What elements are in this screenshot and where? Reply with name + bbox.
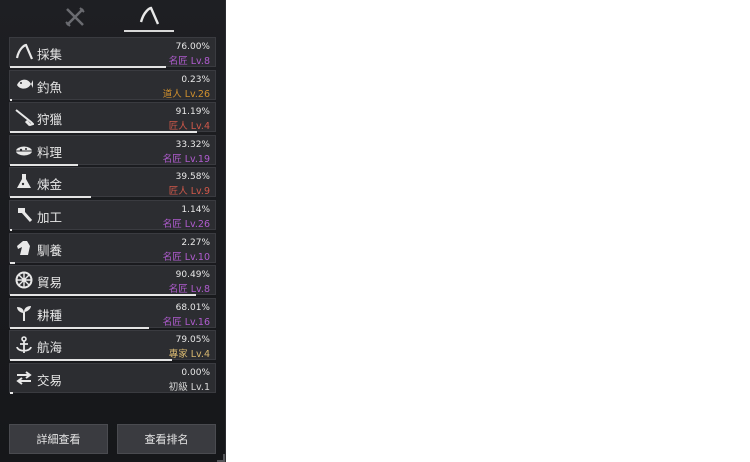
skill-level: 匠人 Lv.9 [168, 186, 210, 198]
skill-row[interactable]: 貿易 90.49% 名匠 Lv.8 [9, 265, 216, 297]
skill-level: 名匠 Lv.8 [168, 56, 210, 67]
skill-progress-bar [10, 294, 196, 297]
skill-percent: 2.27% [181, 237, 210, 248]
sickle-icon [14, 43, 34, 61]
skill-level: 初級 Lv.1 [168, 381, 210, 393]
skill-level: 名匠 Lv.26 [162, 218, 210, 230]
skill-row[interactable]: 航海 79.05% 專家 Lv.4 [9, 330, 216, 362]
ranking-button[interactable]: 查看排名 [117, 424, 216, 454]
hammer-icon [14, 206, 34, 224]
exchange-arrows-icon [14, 369, 34, 387]
skill-percent: 90.49% [175, 270, 210, 281]
skill-progress-bar [10, 261, 15, 264]
skill-name: 貿易 [37, 275, 63, 291]
skill-progress-bar [10, 228, 13, 231]
skill-name: 交易 [37, 372, 63, 388]
skill-row[interactable]: 耕種 68.01% 名匠 Lv.16 [9, 297, 216, 329]
skill-list: 採集 76.00% 名匠 Lv.8 釣魚 0.23% 道人 Lv.26 狩獵 91.19% 匠人… [9, 37, 216, 396]
rifle-icon [14, 108, 34, 127]
skill-progress-bar [10, 391, 13, 394]
tab-combat[interactable] [50, 2, 100, 32]
skill-level: 匠人 Lv.4 [168, 121, 210, 133]
skill-tabs [0, 0, 226, 36]
skill-row[interactable]: 馴養 2.27% 名匠 Lv.10 [9, 232, 216, 264]
tab-life-skills[interactable] [124, 2, 174, 32]
skill-row[interactable]: 採集 76.00% 名匠 Lv.8 [9, 37, 216, 68]
skill-percent: 79.05% [175, 335, 210, 346]
skill-percent: 33.32% [175, 139, 210, 150]
cooking-pot-icon [14, 141, 34, 159]
skill-row[interactable]: 交易 0.00% 初級 Lv.1 [9, 362, 216, 394]
skill-name: 加工 [37, 209, 63, 225]
details-button[interactable]: 詳細查看 [9, 424, 108, 454]
skill-name: 採集 [37, 47, 63, 62]
skill-row[interactable]: 加工 1.14% 名匠 Lv.26 [9, 199, 216, 231]
skill-row[interactable]: 狩獵 91.19% 匠人 Lv.4 [9, 102, 216, 134]
skill-name: 狩獵 [37, 112, 63, 128]
skill-level: 名匠 Lv.16 [162, 316, 210, 328]
skill-level: 名匠 Lv.19 [162, 153, 210, 165]
skill-progress-bar [10, 98, 13, 101]
resize-handle[interactable] [217, 454, 225, 462]
skill-percent: 68.01% [175, 302, 210, 313]
skill-percent: 39.58% [175, 172, 210, 183]
skill-level: 名匠 Lv.10 [162, 251, 210, 263]
sickle-icon [139, 6, 160, 25]
skill-name: 釣魚 [37, 79, 63, 95]
fish-icon [14, 76, 34, 94]
skill-name: 料理 [37, 144, 63, 160]
skill-percent: 0.00% [181, 367, 210, 378]
skill-name: 馴養 [37, 242, 63, 258]
skill-level: 道人 Lv.26 [162, 88, 210, 100]
crossed-swords-icon [65, 7, 85, 27]
skill-progress-bar [10, 131, 197, 134]
wheel-icon [14, 271, 34, 289]
skill-level: 名匠 Lv.8 [168, 284, 210, 296]
skill-percent: 0.23% [181, 74, 210, 85]
skill-progress-bar [10, 196, 92, 199]
skill-name: 煉金 [37, 177, 63, 193]
life-skills-panel: 採集 76.00% 名匠 Lv.8 釣魚 0.23% 道人 Lv.26 狩獵 91.19% 匠人… [0, 0, 226, 462]
skill-percent: 1.14% [181, 204, 210, 215]
skill-name: 航海 [37, 340, 63, 356]
skill-row[interactable]: 煉金 39.58% 匠人 Lv.9 [9, 167, 216, 199]
skill-progress-bar [10, 359, 173, 362]
skill-name: 耕種 [37, 307, 63, 323]
skill-row[interactable]: 料理 33.32% 名匠 Lv.19 [9, 134, 216, 166]
flask-icon [14, 173, 34, 191]
skill-percent: 76.00% [175, 42, 210, 52]
skill-level: 專家 Lv.4 [168, 349, 210, 361]
skill-row[interactable]: 釣魚 0.23% 道人 Lv.26 [9, 69, 216, 101]
skill-progress-bar [10, 66, 166, 68]
anchor-icon [14, 336, 34, 354]
horse-icon [14, 239, 34, 257]
skill-progress-bar [10, 326, 150, 329]
sprout-icon [14, 304, 34, 322]
skill-percent: 91.19% [175, 107, 210, 118]
skill-progress-bar [10, 163, 79, 166]
